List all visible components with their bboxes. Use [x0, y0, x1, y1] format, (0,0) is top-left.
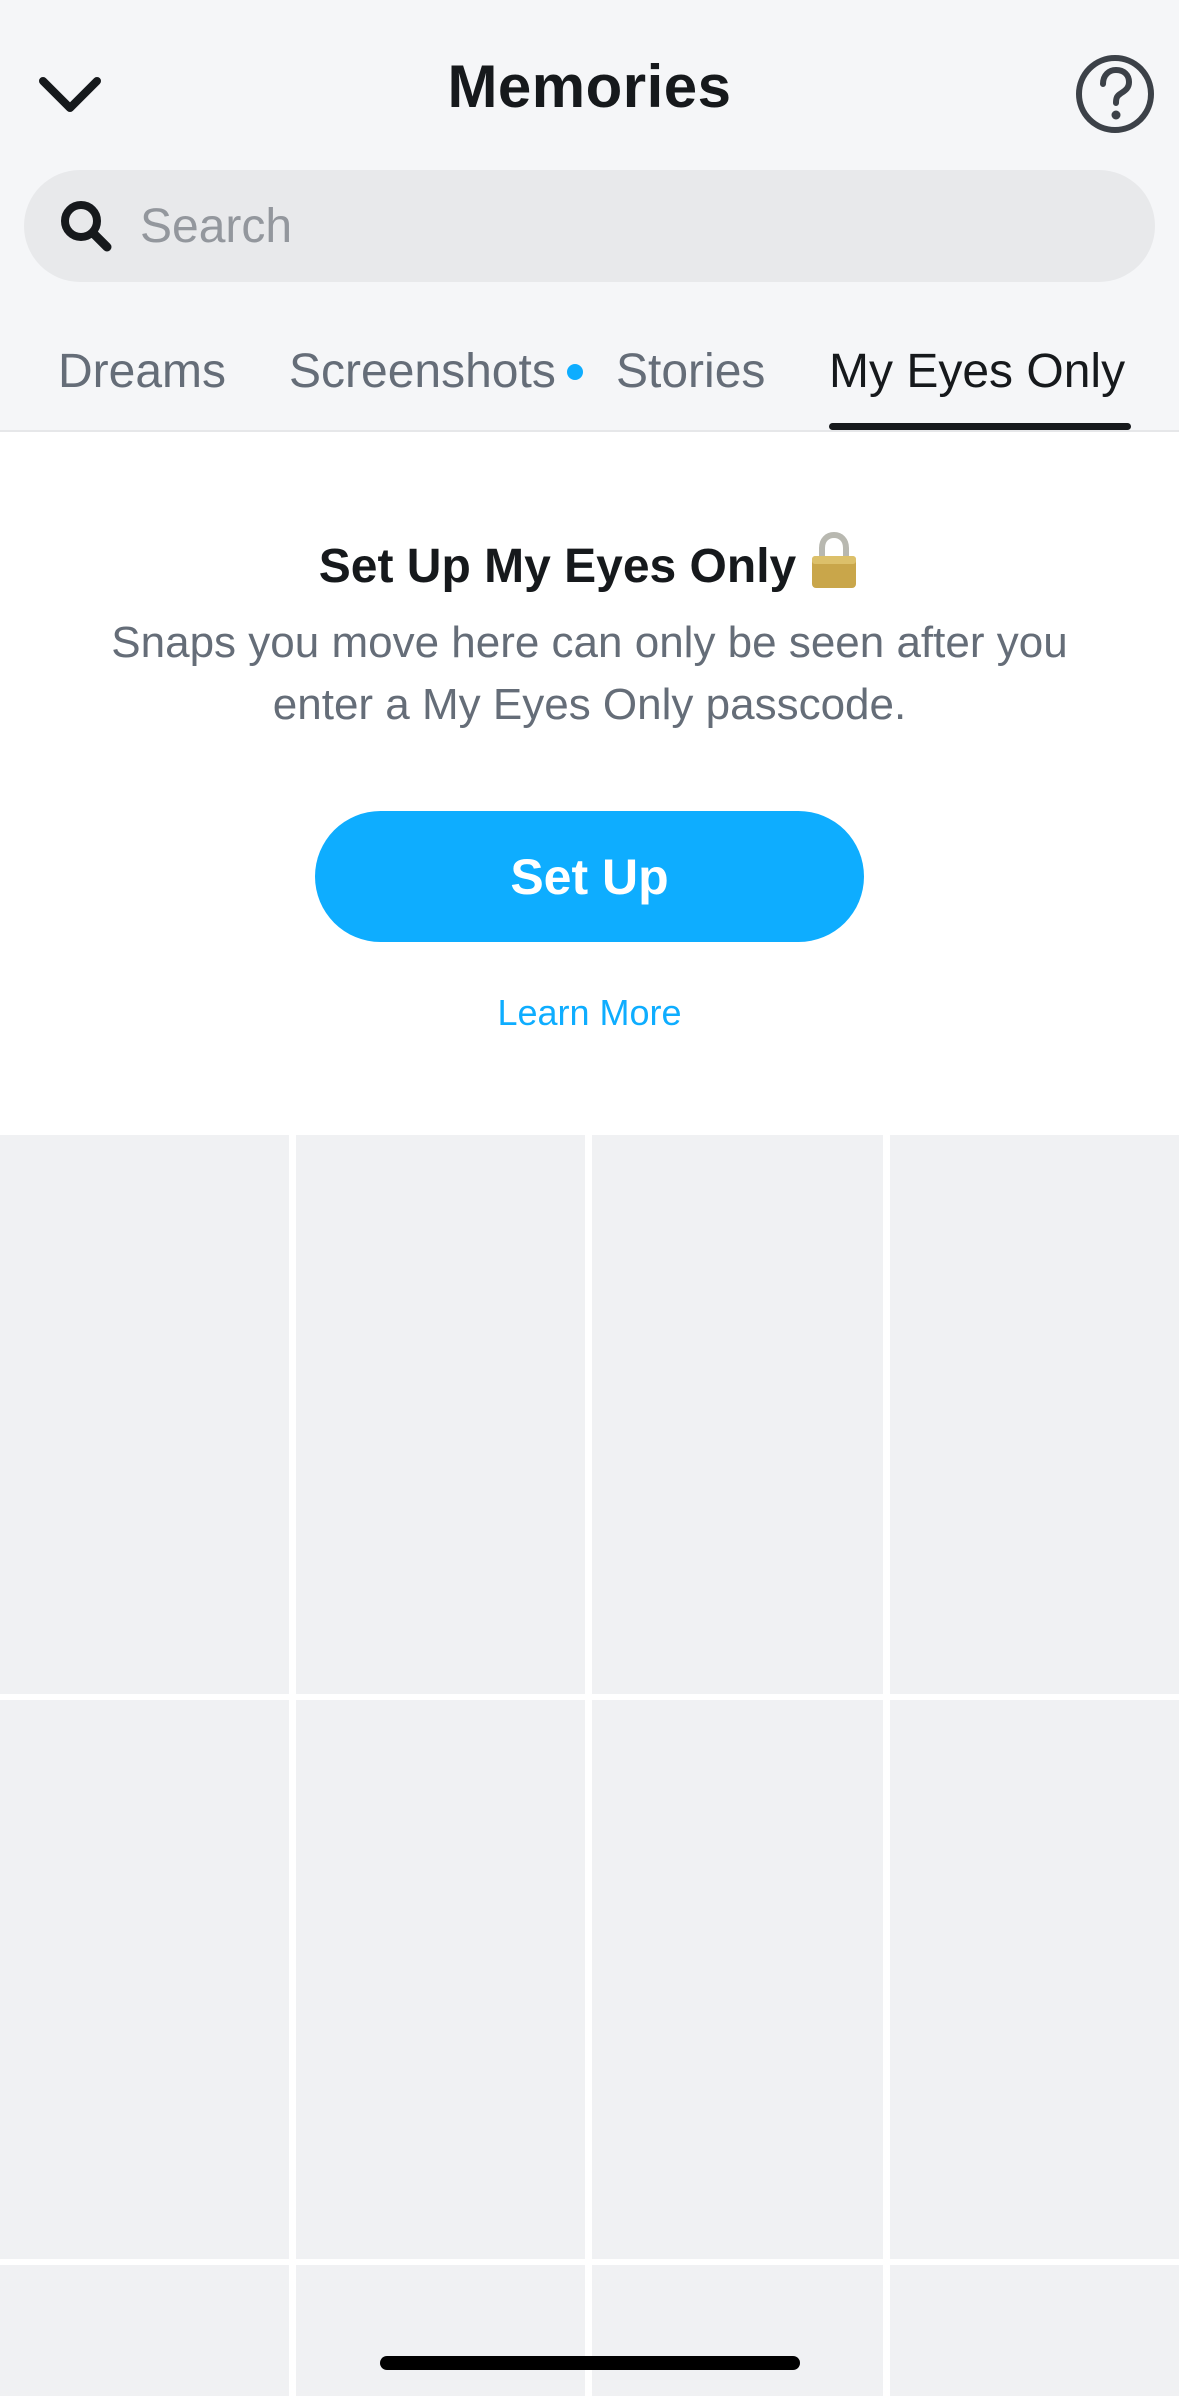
- grid-tile: [296, 1135, 585, 1694]
- home-indicator[interactable]: [380, 2356, 800, 2370]
- tab-my-eyes-only[interactable]: My Eyes Only: [829, 340, 1125, 404]
- tab-dreams[interactable]: Dreams: [58, 340, 226, 404]
- new-indicator-dot: [567, 364, 583, 380]
- search-icon: [56, 196, 116, 256]
- learn-more-link[interactable]: Learn More: [0, 988, 1179, 1038]
- grid-tile: [592, 1135, 883, 1694]
- grid-tile: [296, 2265, 585, 2396]
- setup-button[interactable]: Set Up: [315, 811, 864, 942]
- grid-tile: [592, 2265, 883, 2396]
- memories-screen: Memories Dreams Screenshots Stories My E…: [0, 0, 1179, 2396]
- tab-stories[interactable]: Stories: [616, 340, 765, 404]
- question-circle-icon: [1076, 55, 1154, 133]
- setup-title-text: Set Up My Eyes Only: [318, 540, 797, 593]
- grid-tile: [890, 2265, 1179, 2396]
- grid-tile: [890, 1135, 1179, 1694]
- setup-heading: Set Up My Eyes Only: [0, 530, 1179, 607]
- grid-tile: [0, 1135, 289, 1694]
- header: Memories Dreams Screenshots Stories My E…: [0, 0, 1179, 432]
- page-title: Memories: [447, 53, 732, 120]
- memories-grid: [0, 1135, 1179, 2396]
- grid-tile: [0, 1700, 289, 2259]
- help-button[interactable]: [1074, 53, 1156, 135]
- grid-tile: [592, 1700, 883, 2259]
- grid-tile: [890, 1700, 1179, 2259]
- grid-tile: [296, 1700, 585, 2259]
- search-input[interactable]: [138, 169, 1155, 283]
- grid-tile: [0, 2265, 289, 2396]
- search-bar[interactable]: [24, 169, 1155, 283]
- tab-screenshots[interactable]: Screenshots: [289, 340, 556, 404]
- active-tab-indicator: [829, 423, 1131, 430]
- setup-description: Snaps you move here can only be seen aft…: [111, 618, 1068, 729]
- setup-card: Set Up My Eyes Only Snaps you move here …: [0, 432, 1179, 1135]
- lock-icon: [808, 530, 860, 607]
